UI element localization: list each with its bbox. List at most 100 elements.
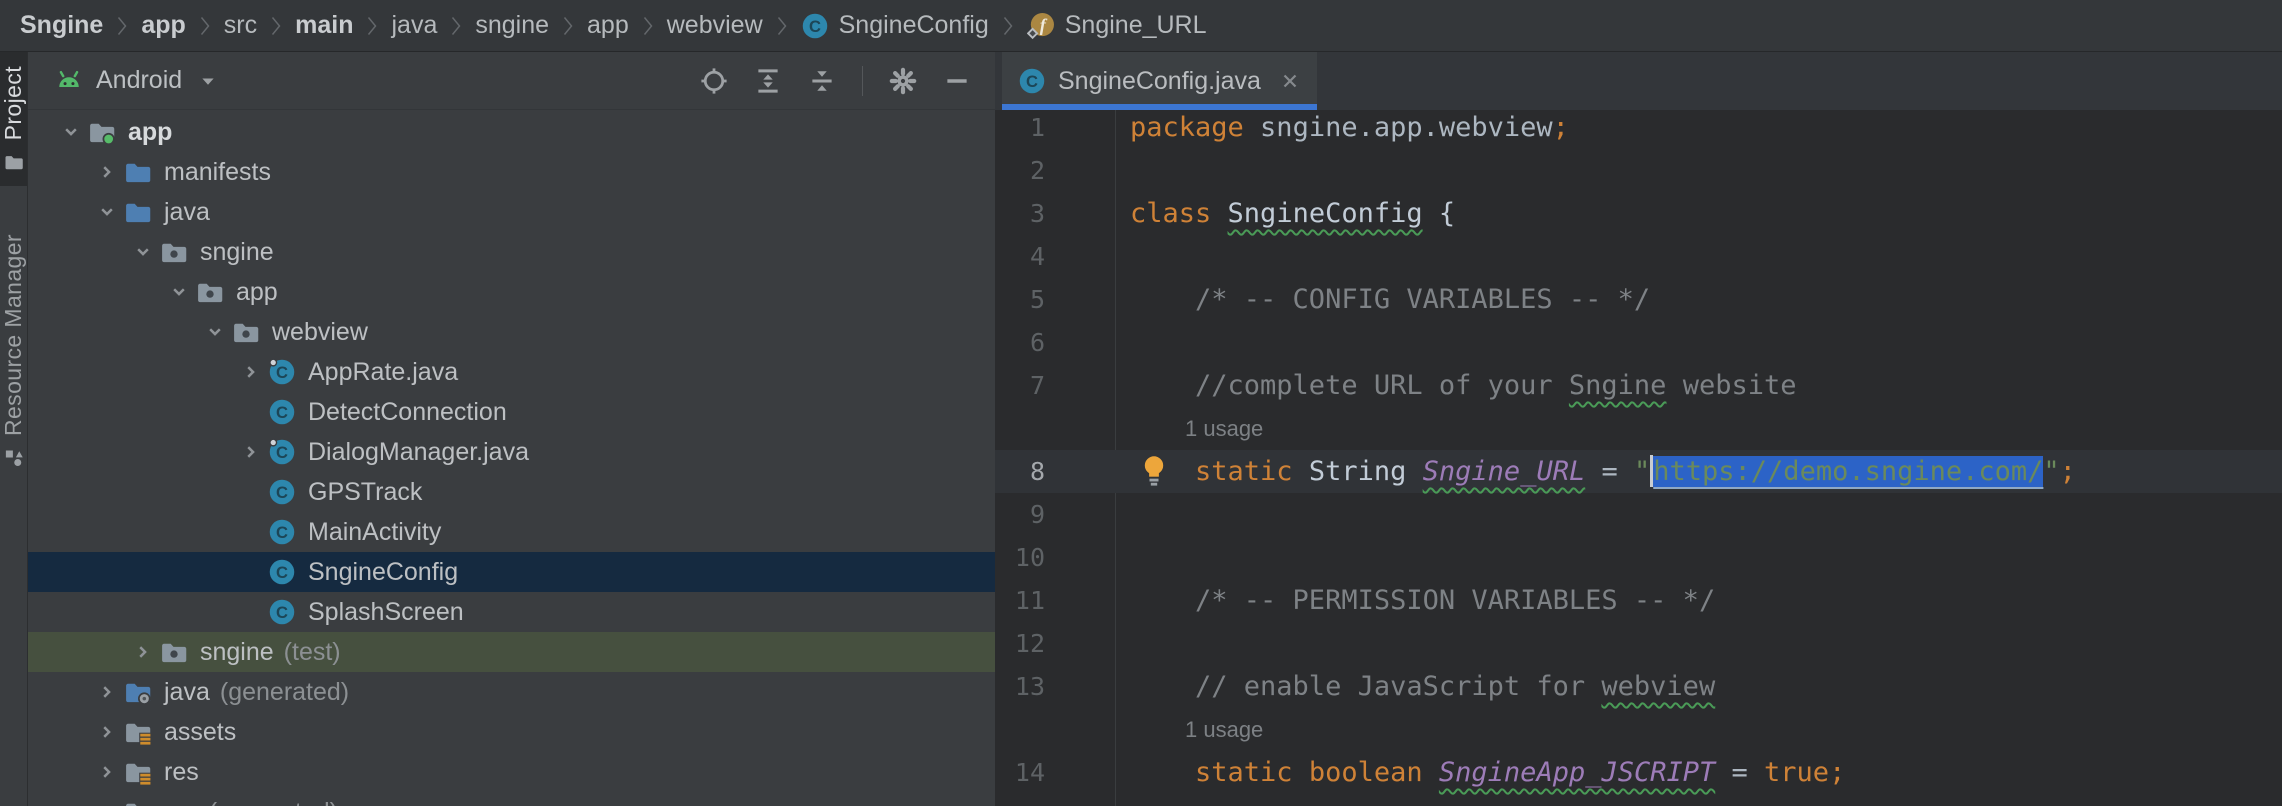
code-editor[interactable]: 1package sngine.app.webview;23class Sngi… xyxy=(995,106,2282,806)
code-line-10[interactable]: 10 xyxy=(995,536,2282,579)
chevron-expanded-icon[interactable] xyxy=(198,321,232,343)
breadcrumb-item-java[interactable]: java xyxy=(391,11,437,40)
svg-text:C: C xyxy=(276,443,288,462)
usage-hint[interactable]: 1 usage xyxy=(995,708,2282,751)
tree-item-sngineconfig[interactable]: CSngineConfig xyxy=(28,552,995,592)
project-tree: appmanifestsjavasngineappwebviewCAppRate… xyxy=(28,110,995,806)
resources-folder-icon xyxy=(124,718,152,746)
class-icon: C xyxy=(268,478,296,506)
code-line-5[interactable]: 5 /* -- CONFIG VARIABLES -- */ xyxy=(995,278,2282,321)
class-dot-icon: C xyxy=(268,438,296,466)
tree-item-java-generated[interactable]: java(generated) xyxy=(28,672,995,712)
project-panel-toolbar xyxy=(700,66,971,96)
editor-area: C SngineConfig.java 1package sngine.app.… xyxy=(995,52,2282,806)
tree-item-java[interactable]: java xyxy=(28,192,995,232)
breadcrumb-item-app[interactable]: app xyxy=(587,11,629,40)
tree-item-detectconnection[interactable]: CDetectConnection xyxy=(28,392,995,432)
chevron-collapsed-icon[interactable] xyxy=(90,801,124,806)
chevron-expanded-icon[interactable] xyxy=(162,281,196,303)
line-number: 9 xyxy=(995,493,1045,536)
code-line-2[interactable]: 2 xyxy=(995,149,2282,192)
breadcrumb-item-sngine[interactable]: sngine xyxy=(475,11,549,40)
code-line-12[interactable]: 12 xyxy=(995,622,2282,665)
usage-hint[interactable]: 1 usage xyxy=(995,407,2282,450)
chevron-expanded-icon[interactable] xyxy=(90,201,124,223)
breadcrumb-separator-icon xyxy=(642,14,654,38)
breadcrumb-item-app[interactable]: app xyxy=(141,11,185,40)
code-line-14[interactable]: 14 static boolean SngineApp_JSCRIPT = tr… xyxy=(995,751,2282,794)
android-studio-window: SngineappsrcmainjavasngineappwebviewCSng… xyxy=(0,0,2282,806)
tool-window-button-project[interactable]: Project xyxy=(0,52,27,186)
tree-item-app[interactable]: app xyxy=(28,112,995,152)
svg-text:C: C xyxy=(276,403,288,422)
breadcrumb-item-sngineconfig[interactable]: CSngineConfig xyxy=(801,11,989,40)
tree-item-res-generated[interactable]: res(generated) xyxy=(28,792,995,806)
chevron-expanded-icon[interactable] xyxy=(54,121,88,143)
tree-item-sngine-test[interactable]: sngine(test) xyxy=(28,632,995,672)
chevron-collapsed-icon[interactable] xyxy=(126,641,160,663)
chevron-collapsed-icon[interactable] xyxy=(90,721,124,743)
tree-item-assets[interactable]: assets xyxy=(28,712,995,752)
tree-item-splashscreen[interactable]: CSplashScreen xyxy=(28,592,995,632)
dropdown-arrow-icon xyxy=(198,71,218,91)
code-line-7[interactable]: 7 //complete URL of your Sngine website xyxy=(995,364,2282,407)
package-icon xyxy=(160,638,188,666)
chevron-collapsed-icon[interactable] xyxy=(234,441,268,463)
code-line-8[interactable]: 8 static String Sngine_URL = "https://de… xyxy=(995,450,2282,493)
project-tool-window: Android appmanifestsjavasngineappwebview… xyxy=(28,52,995,806)
chevron-collapsed-icon[interactable] xyxy=(234,361,268,383)
select-opened-file-icon xyxy=(700,67,728,95)
breadcrumb-item-sngine-url[interactable]: fSngine_URL xyxy=(1027,11,1207,40)
hide-button[interactable] xyxy=(943,67,971,95)
code-line-4[interactable]: 4 xyxy=(995,235,2282,278)
breadcrumb-item-main[interactable]: main xyxy=(295,11,353,40)
code-line-9[interactable]: 9 xyxy=(995,493,2282,536)
field-icon: f xyxy=(1027,12,1055,40)
code-line-1[interactable]: 1package sngine.app.webview; xyxy=(995,106,2282,149)
breadcrumb-separator-icon xyxy=(562,14,574,38)
package-icon xyxy=(196,278,224,306)
tree-item-dialogmanager-java[interactable]: CDialogManager.java xyxy=(28,432,995,472)
breadcrumb-item-webview[interactable]: webview xyxy=(667,11,763,40)
breadcrumb-separator-icon xyxy=(450,14,462,38)
svg-text:C: C xyxy=(276,483,288,502)
code-line-11[interactable]: 11 /* -- PERMISSION VARIABLES -- */ xyxy=(995,579,2282,622)
chevron-collapsed-icon[interactable] xyxy=(90,161,124,183)
project-view-selector-label: Android xyxy=(96,66,182,95)
project-view-selector[interactable]: Android xyxy=(54,66,218,96)
android-icon xyxy=(54,66,84,96)
class-dot-icon: C xyxy=(268,358,296,386)
expand-all-button[interactable] xyxy=(754,67,782,95)
code-line-3[interactable]: 3class SngineConfig { xyxy=(995,192,2282,235)
tree-item-sngine[interactable]: sngine xyxy=(28,232,995,272)
code-line-6[interactable]: 6 xyxy=(995,321,2282,364)
tool-window-button-resource-manager[interactable]: Resource Manager xyxy=(0,220,27,482)
tree-item-res[interactable]: res xyxy=(28,752,995,792)
line-number: 2 xyxy=(995,149,1045,192)
settings-button[interactable] xyxy=(889,67,917,95)
tree-item-apprate-java[interactable]: CAppRate.java xyxy=(28,352,995,392)
breadcrumb-separator-icon xyxy=(776,14,788,38)
close-icon[interactable] xyxy=(1279,70,1301,92)
tree-item-webview[interactable]: webview xyxy=(28,312,995,352)
intention-bulb-icon[interactable] xyxy=(1139,454,1169,490)
project-panel-header: Android xyxy=(28,52,995,110)
chevron-collapsed-icon[interactable] xyxy=(90,761,124,783)
breadcrumb-separator-icon xyxy=(116,14,128,38)
svg-text:C: C xyxy=(809,17,821,36)
tree-item-mainactivity[interactable]: CMainActivity xyxy=(28,512,995,552)
svg-text:C: C xyxy=(276,603,288,622)
select-opened-file-button[interactable] xyxy=(700,67,728,95)
tool-window-stripe: Project Resource Manager xyxy=(0,52,28,806)
tree-item-app[interactable]: app xyxy=(28,272,995,312)
chevron-collapsed-icon[interactable] xyxy=(90,681,124,703)
breadcrumb-item-src[interactable]: src xyxy=(224,11,257,40)
tree-item-gpstrack[interactable]: CGPSTrack xyxy=(28,472,995,512)
breadcrumb-item-sngine[interactable]: Sngine xyxy=(20,11,103,40)
collapse-all-button[interactable] xyxy=(808,67,836,95)
tree-item-manifests[interactable]: manifests xyxy=(28,152,995,192)
editor-tab-sngineconfig-java[interactable]: C SngineConfig.java xyxy=(1002,52,1317,110)
module-folder-icon xyxy=(88,118,116,146)
code-line-13[interactable]: 13 // enable JavaScript for webview xyxy=(995,665,2282,708)
chevron-expanded-icon[interactable] xyxy=(126,241,160,263)
